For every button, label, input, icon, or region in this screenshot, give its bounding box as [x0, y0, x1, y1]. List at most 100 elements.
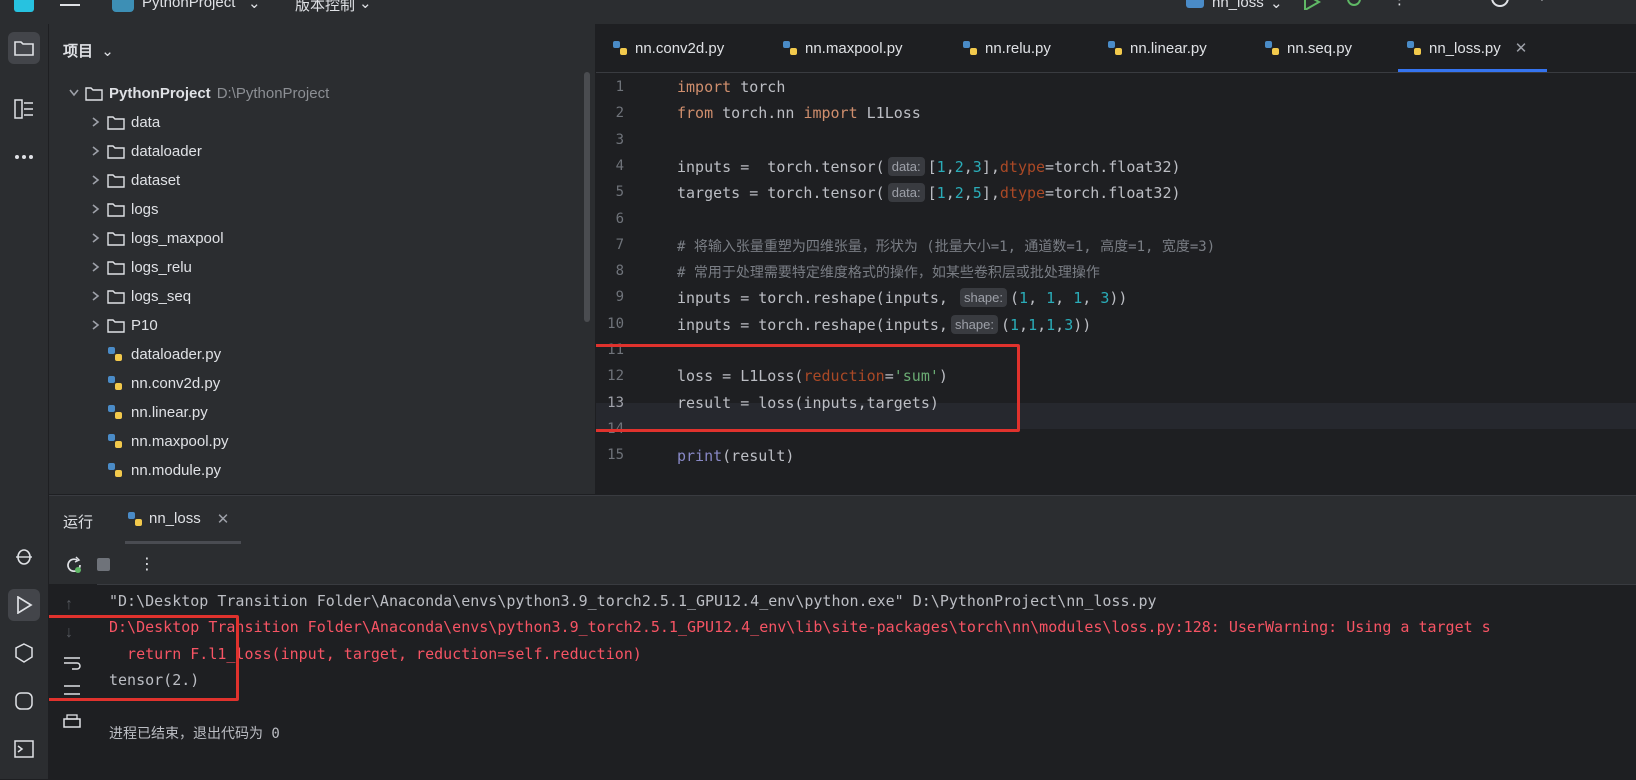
tab-nn-linear[interactable]: nn.linear.py	[1107, 24, 1207, 72]
tree-root[interactable]: PythonProject D:\PythonProject	[63, 79, 329, 107]
tree-folder-item[interactable]: P10	[85, 311, 158, 339]
code-line-8[interactable]: # 常用于处理需要特定维度格式的操作，如某些卷积层或批处理操作	[677, 262, 1100, 282]
main-menu-icon[interactable]	[60, 0, 80, 12]
line-number[interactable]: 6	[596, 211, 624, 227]
arrow-up-icon[interactable]: ↑	[65, 596, 73, 614]
debug-icon[interactable]	[1345, 0, 1363, 8]
tree-file-item[interactable]: nn.maxpool.py	[107, 427, 229, 455]
chevron-right-icon[interactable]	[85, 175, 107, 185]
chevron-right-icon[interactable]	[85, 146, 107, 156]
number: 5	[972, 184, 982, 202]
tree-folder-item[interactable]: dataset	[85, 166, 180, 194]
tree-folder-item[interactable]: logs_seq	[85, 282, 191, 310]
keyword: from	[677, 104, 714, 122]
run-tab-label: nn_loss	[149, 510, 201, 527]
tab-nn-seq[interactable]: nn.seq.py	[1264, 24, 1352, 72]
run-icon[interactable]	[1303, 0, 1321, 10]
code-line-10[interactable]: inputs = torch.reshape(inputs, shape: (1,1…	[677, 315, 1091, 334]
tree-folder-item[interactable]: logs_maxpool	[85, 224, 224, 252]
more-tools-button[interactable]	[8, 141, 40, 173]
folder-name: dataloader	[131, 142, 202, 160]
tab-nn-conv2d[interactable]: nn.conv2d.py	[612, 24, 724, 72]
close-tab-icon[interactable]: ✕	[217, 510, 230, 528]
line-number[interactable]: 1	[596, 79, 624, 95]
project-tool-button[interactable]	[8, 32, 40, 64]
code-line-1[interactable]: import torch	[677, 78, 785, 96]
python-file-icon	[127, 511, 143, 527]
more-options-icon[interactable]: ⋮	[139, 554, 155, 574]
add-user-icon[interactable]: ⁺	[1538, 0, 1546, 10]
chevron-right-icon[interactable]	[85, 233, 107, 243]
console-line-command: "D:\Desktop Transition Folder\Anaconda\e…	[109, 592, 1157, 610]
title-bar: PythonProject ⌄ 版本控制 ⌄ nn_loss ⌄ ⋮ ⁺	[0, 0, 1636, 25]
print-icon[interactable]	[63, 714, 81, 730]
run-tab-nn-loss[interactable]: nn_loss ✕	[125, 496, 242, 544]
close-tab-icon[interactable]: ✕	[1515, 39, 1528, 57]
tree-folder-item[interactable]: logs	[85, 195, 159, 223]
code-text: ))	[1073, 316, 1092, 334]
code-line-5[interactable]: targets = torch.tensor(data: [1,2,5],dtyp…	[677, 183, 1181, 202]
number: 1	[1046, 316, 1056, 334]
project-panel-title[interactable]: 项目 ⌄	[63, 40, 114, 61]
debug-tool-button[interactable]	[8, 540, 40, 572]
tree-file-item[interactable]: nn.linear.py	[107, 398, 208, 426]
line-number[interactable]: 15	[596, 447, 624, 463]
code-line-2[interactable]: from torch.nn import L1Loss	[677, 104, 921, 122]
number: 2	[954, 158, 964, 176]
terminal-tool-button[interactable]	[8, 733, 40, 765]
services-tool-button[interactable]	[8, 637, 40, 669]
chevron-right-icon[interactable]	[85, 117, 107, 127]
run-tool-button[interactable]	[8, 589, 40, 621]
python-packages-tool-button[interactable]	[8, 685, 40, 717]
line-number[interactable]: 8	[596, 263, 624, 279]
chevron-right-icon[interactable]	[85, 204, 107, 214]
more-options-icon[interactable]: ⋮	[1392, 0, 1407, 8]
chevron-right-icon[interactable]	[85, 291, 107, 301]
chevron-right-icon[interactable]	[85, 320, 107, 330]
app-logo-icon[interactable]	[14, 0, 34, 12]
tab-nn-relu[interactable]: nn.relu.py	[962, 24, 1051, 72]
rerun-icon[interactable]	[65, 556, 83, 574]
number: 1	[936, 158, 946, 176]
code-line-7[interactable]: # 将输入张量重塑为四维张量，形状为 (批量大小=1, 通道数=1, 高度=1,…	[677, 236, 1215, 256]
tree-folder-item[interactable]: dataloader	[85, 137, 202, 165]
chevron-down-icon[interactable]: ⌄	[359, 0, 372, 12]
vcs-menu[interactable]: 版本控制	[295, 0, 355, 15]
run-config-selector[interactable]: nn_loss	[1212, 0, 1264, 11]
parameter-hint: data:	[887, 183, 925, 202]
tab-nn-loss[interactable]: nn_loss.py ✕	[1397, 24, 1548, 72]
tree-file-item[interactable]: nn.module.py	[107, 456, 221, 484]
line-number[interactable]: 3	[596, 132, 624, 148]
tab-label: nn.relu.py	[985, 39, 1051, 57]
line-number[interactable]: 7	[596, 237, 624, 253]
line-number[interactable]: 5	[596, 184, 624, 200]
tree-file-item[interactable]: dataloader.py	[107, 340, 221, 368]
number: 1	[1073, 289, 1083, 307]
line-number[interactable]: 4	[596, 158, 624, 174]
chevron-down-icon[interactable]: ⌄	[1270, 0, 1283, 12]
tree-file-item[interactable]: nn.conv2d.py	[107, 369, 220, 397]
chevron-down-icon[interactable]	[63, 89, 85, 97]
code-text: inputs = torch.reshape(inputs,	[677, 289, 957, 307]
line-number[interactable]: 10	[596, 316, 624, 332]
python-file-icon	[962, 40, 978, 56]
code-line-4[interactable]: inputs = torch.tensor(data: [1,2,3],dtype…	[677, 157, 1181, 176]
run-toolbar: ⋮	[49, 544, 1636, 585]
project-switcher[interactable]: PythonProject	[142, 0, 235, 11]
chevron-down-icon[interactable]: ⌄	[248, 0, 261, 12]
scrollbar[interactable]	[584, 72, 590, 322]
structure-tool-button[interactable]	[8, 93, 40, 125]
line-number[interactable]: 9	[596, 289, 624, 305]
tree-folder-item[interactable]: data	[85, 108, 160, 136]
tab-nn-maxpool[interactable]: nn.maxpool.py	[782, 24, 903, 72]
stop-icon[interactable]	[97, 558, 110, 571]
tree-folder-item[interactable]: logs_relu	[85, 253, 192, 281]
line-number[interactable]: 2	[596, 105, 624, 121]
code-text: [	[927, 158, 937, 176]
folder-icon	[107, 260, 131, 275]
code-text: ],	[981, 158, 1000, 176]
code-line-15[interactable]: print(result)	[677, 447, 794, 465]
chevron-right-icon[interactable]	[85, 262, 107, 272]
ai-assistant-icon[interactable]	[1490, 0, 1510, 8]
code-line-9[interactable]: inputs = torch.reshape(inputs, shape: (1,…	[677, 288, 1127, 307]
